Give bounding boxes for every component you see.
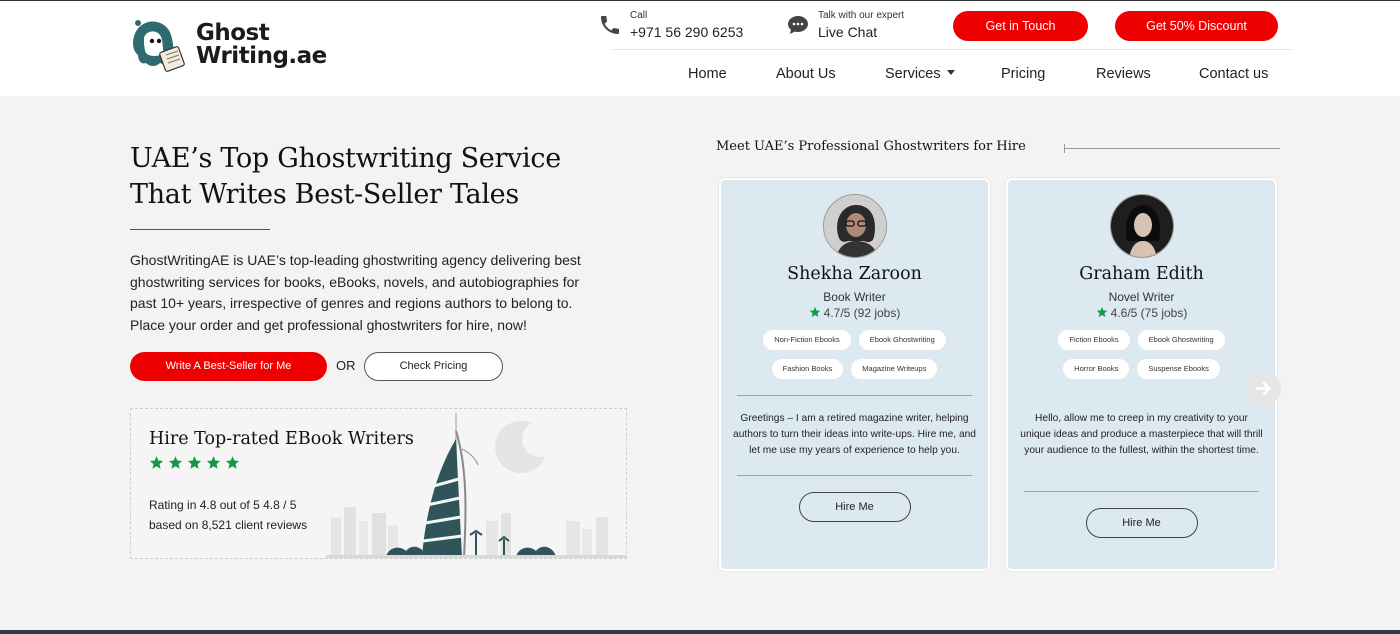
arrow-right-icon — [1255, 381, 1271, 396]
tag-pill: Horror Books — [1063, 359, 1130, 379]
chevron-down-icon — [946, 69, 955, 75]
live-chat-contact[interactable]: Talk with our expert Live Chat — [786, 9, 904, 41]
writer-card: Graham Edith Novel Writer 4.6/5 (75 jobs… — [1006, 178, 1277, 571]
rating-summary: Rating in 4.8 out of 5 4.8 / 5 based on … — [149, 495, 349, 535]
chat-bubble-icon — [788, 16, 808, 34]
carousel-next-button[interactable] — [1246, 371, 1281, 406]
live-chat-link[interactable]: Live Chat — [818, 23, 904, 41]
site-header: Ghost Writing.ae Call +971 56 290 6253 T… — [0, 0, 1400, 96]
or-separator: OR — [336, 358, 356, 373]
star-icon — [168, 456, 183, 469]
logo-text: Ghost Writing.ae — [196, 22, 327, 68]
get-in-touch-button[interactable]: Get in Touch — [953, 11, 1088, 41]
star-icon — [809, 307, 820, 317]
call-label: Call — [630, 10, 648, 21]
writer-tags: Non-Fiction Ebooks Ebook Ghostwriting Fa… — [735, 330, 974, 388]
nav-reviews[interactable]: Reviews — [1096, 64, 1151, 84]
avatar — [822, 194, 887, 258]
top-bar: Call +971 56 290 6253 Talk with our expe… — [598, 9, 1292, 49]
writer-tags: Fiction Ebooks Ebook Ghostwriting Horror… — [1022, 330, 1261, 388]
writer-score: 4.7/5 (92 jobs) — [721, 306, 988, 320]
card-divider — [737, 475, 972, 476]
rating-box: Hire Top-rated EBook Writers Rating in 4… — [130, 408, 627, 559]
card-divider — [737, 395, 972, 396]
logo-line-2: Writing.ae — [196, 43, 327, 69]
nav-contact-us[interactable]: Contact us — [1199, 64, 1268, 84]
writer-bio: Greetings – I am a retired magazine writ… — [733, 413, 976, 456]
card-divider — [1024, 491, 1259, 492]
nav-services-label: Services — [885, 66, 941, 82]
writer-score-text: 4.7/5 (92 jobs) — [823, 306, 901, 320]
get-discount-button[interactable]: Get 50% Discount — [1115, 11, 1278, 41]
hero-description: GhostWritingAE is UAE’s top-leading ghos… — [130, 252, 581, 333]
writer-bio: Hello, allow me to creep in my creativit… — [1020, 413, 1263, 456]
rating-box-title: Hire Top-rated EBook Writers — [149, 429, 414, 449]
writer-score: 4.6/5 (75 jobs) — [1008, 306, 1275, 320]
site-logo[interactable]: Ghost Writing.ae — [128, 15, 327, 75]
nav-about-us[interactable]: About Us — [776, 64, 836, 84]
writer-score-text: 4.6/5 (75 jobs) — [1110, 306, 1188, 320]
tag-pill: Magazine Writeups — [851, 359, 938, 379]
hire-me-button[interactable]: Hire Me — [1085, 508, 1198, 538]
hero-title-line-2: That Writes Best-Seller Tales — [130, 179, 519, 210]
tag-pill: Suspense Ebooks — [1137, 359, 1220, 379]
writers-heading: Meet UAE’s Professional Ghostwriters for… — [716, 139, 1026, 154]
tag-pill: Ebook Ghostwriting — [858, 330, 946, 350]
heading-line — [1064, 148, 1280, 149]
writer-role: Book Writer — [823, 290, 886, 304]
hire-me-button[interactable]: Hire Me — [798, 492, 911, 522]
tag-pill: Ebook Ghostwriting — [1137, 330, 1225, 350]
ghost-logo-icon — [133, 20, 185, 72]
nav-pricing[interactable]: Pricing — [1001, 64, 1045, 84]
footer-strip — [0, 630, 1400, 634]
write-best-seller-button[interactable]: Write A Best-Seller for Me — [130, 352, 327, 381]
avatar — [1109, 194, 1174, 258]
star-rating — [149, 455, 244, 470]
chat-label: Talk with our expert — [818, 10, 905, 21]
nav-home[interactable]: Home — [688, 64, 727, 84]
check-pricing-button[interactable]: Check Pricing — [364, 352, 503, 381]
writer-name: Shekha Zaroon — [787, 264, 922, 284]
rating-summary-line-1: Rating in 4.8 out of 5 4.8 / 5 — [149, 498, 297, 512]
star-icon — [149, 456, 164, 469]
writer-role: Novel Writer — [1108, 290, 1175, 304]
star-icon — [187, 456, 202, 469]
writer-name: Graham Edith — [1079, 264, 1204, 284]
phone-icon — [601, 16, 619, 34]
star-icon — [206, 456, 221, 469]
star-icon — [225, 456, 240, 469]
call-number[interactable]: +971 56 290 6253 — [630, 23, 743, 41]
tag-pill: Non-Fiction Ebooks — [763, 330, 851, 350]
tag-pill: Fashion Books — [771, 359, 844, 379]
call-contact[interactable]: Call +971 56 290 6253 — [598, 9, 743, 41]
hero-title-line-1: UAE’s Top Ghostwriting Service — [130, 143, 561, 174]
header-divider — [612, 49, 1292, 50]
star-icon — [1096, 307, 1107, 317]
writer-photo-icon — [1110, 195, 1173, 257]
hero-divider — [130, 229, 270, 230]
tag-pill: Fiction Ebooks — [1058, 330, 1130, 350]
writer-photo-icon — [823, 195, 886, 257]
writer-card: Shekha Zaroon Book Writer 4.7/5 (92 jobs… — [719, 178, 990, 571]
logo-line-1: Ghost — [196, 20, 270, 46]
rating-summary-line-2: based on 8,521 client reviews — [149, 518, 308, 532]
nav-services[interactable]: Services — [885, 64, 955, 84]
hero-title: UAE’s Top Ghostwriting Service That Writ… — [130, 141, 630, 213]
